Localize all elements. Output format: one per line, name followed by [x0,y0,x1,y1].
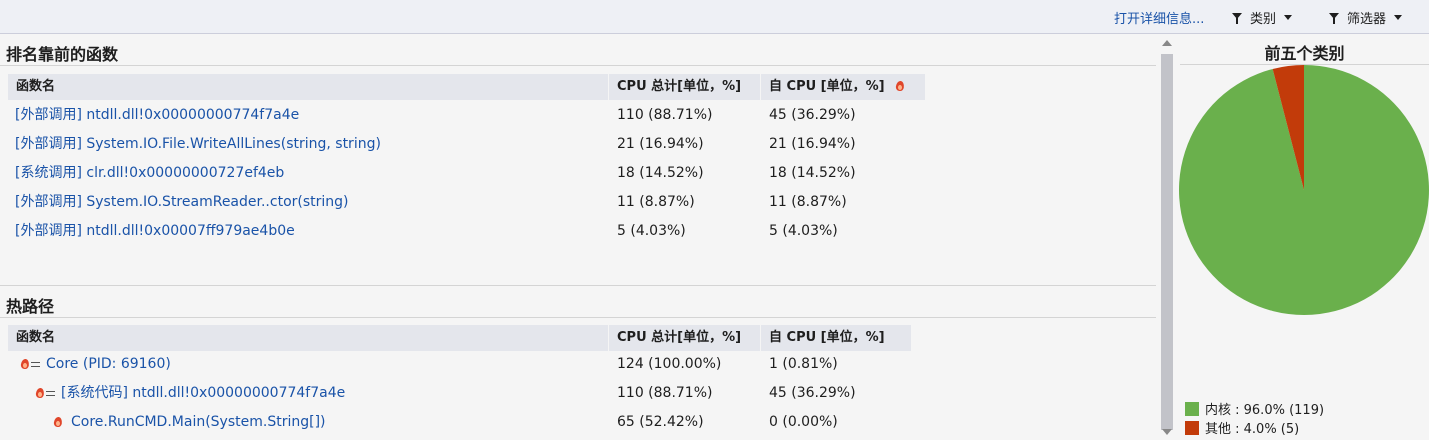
filter-label: 筛选器 [1347,12,1387,27]
function-link[interactable]: [外部调用] System.IO.StreamReader..ctor(stri… [15,188,349,217]
function-link[interactable]: [外部调用] ntdll.dll!0x00000000774f7a4e [15,101,299,130]
legend-label: 其他 : 4.0% (5) [1205,422,1300,437]
column-header-total-cpu[interactable]: CPU 总计[单位，%] [609,325,761,351]
categories-title: 前五个类别 [1264,44,1345,63]
legend-swatch [1185,420,1199,435]
scroll-thumb[interactable] [1161,54,1173,430]
hot-flame-icon [53,415,63,428]
divider [0,285,1156,286]
total-cpu-value: 65 (52.42%) [617,414,704,430]
vertical-scrollbar[interactable] [1158,36,1176,440]
self-cpu-value: 0 (0.00%) [769,414,838,430]
top-functions-title: 排名靠前的函数 [6,45,119,64]
self-cpu-value: 1 (0.81%) [769,356,838,372]
hot-path-icon [20,358,40,371]
self-cpu-value: 45 (36.29%) [769,385,856,401]
total-cpu-value: 18 (14.52%) [617,165,704,181]
legend-item: 其他 : 4.0% (5) [1185,418,1299,437]
total-cpu-value: 110 (88.71%) [617,385,713,401]
divider [0,65,1156,66]
chevron-down-icon [1284,15,1293,20]
category-label: 类别 [1250,12,1277,27]
hot-path-header: 函数名 CPU 总计[单位，%] 自 CPU [单位，%] [8,325,912,351]
total-cpu-value: 11 (8.87%) [617,194,695,210]
total-cpu-value: 110 (88.71%) [617,107,713,123]
funnel-icon [1232,12,1242,24]
column-header-self-cpu[interactable]: 自 CPU [单位，%] [761,325,912,351]
open-details-link[interactable]: 打开详细信息... [1114,8,1204,27]
column-header-total-cpu[interactable]: CPU 总计[单位，%] [609,74,761,100]
self-cpu-value: 45 (36.29%) [769,107,856,123]
self-cpu-value: 21 (16.94%) [769,136,856,152]
divider [0,317,1156,318]
legend-item: 内核 : 96.0% (119) [1185,399,1324,418]
function-link[interactable]: [系统代码] ntdll.dll!0x00000000774f7a4e [35,379,345,408]
function-link[interactable]: [外部调用] System.IO.File.WriteAllLines(stri… [15,130,381,159]
hot-path-icon [35,387,55,400]
funnel-icon [1329,12,1339,24]
top-functions-header: 函数名 CPU 总计[单位，%] 自 CPU [单位，%] [8,74,926,100]
hot-flame-icon [895,79,905,92]
total-cpu-value: 5 (4.03%) [617,223,686,239]
hot-path-title: 热路径 [6,297,55,316]
function-link[interactable]: Core (PID: 69160) [20,350,171,379]
toolbar: 打开详细信息... 类别 筛选器 [0,0,1429,34]
total-cpu-value: 21 (16.94%) [617,136,704,152]
legend-swatch [1185,401,1199,416]
self-cpu-value: 18 (14.52%) [769,165,856,181]
function-link[interactable]: Core.RunCMD.Main(System.String[]) [53,408,326,437]
scroll-down-icon[interactable] [1162,429,1172,435]
function-link[interactable]: [外部调用] ntdll.dll!0x00007ff979ae4b0e [15,217,295,246]
column-header-function-name[interactable]: 函数名 [8,74,609,100]
self-cpu-value: 11 (8.87%) [769,194,847,210]
scroll-up-icon[interactable] [1162,40,1172,46]
column-header-function-name[interactable]: 函数名 [8,325,609,351]
legend-label: 内核 : 96.0% (119) [1205,403,1325,418]
chevron-down-icon [1394,15,1403,20]
total-cpu-value: 124 (100.00%) [617,356,722,372]
column-header-self-cpu[interactable]: 自 CPU [单位，%] [761,74,926,100]
categories-pie-chart [1179,65,1429,315]
category-dropdown[interactable]: 类别 [1232,8,1293,27]
function-link[interactable]: [系统调用] clr.dll!0x00000000727ef4eb [15,159,284,188]
self-cpu-value: 5 (4.03%) [769,223,838,239]
filter-dropdown[interactable]: 筛选器 [1329,8,1403,27]
